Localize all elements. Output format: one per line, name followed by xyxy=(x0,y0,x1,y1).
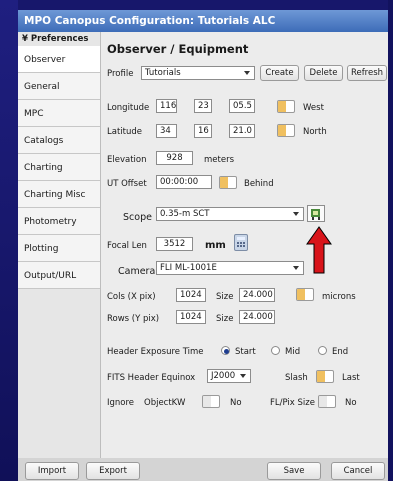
rows-field[interactable]: 1024 xyxy=(176,310,206,324)
north-toggle[interactable] xyxy=(277,124,295,137)
sidebar-item-charting[interactable]: Charting xyxy=(18,154,100,181)
behind-label: Behind xyxy=(244,179,274,189)
sidebar-item-output-url[interactable]: Output/URL xyxy=(18,262,100,289)
objectkw-toggle[interactable] xyxy=(202,395,220,408)
sidebar-item-general[interactable]: General xyxy=(18,73,100,100)
focal-length-label: Focal Len xyxy=(107,241,147,251)
refresh-button[interactable]: Refresh xyxy=(347,65,387,81)
focal-length-unit: mm xyxy=(205,240,226,251)
ignore-label: Ignore xyxy=(107,398,135,408)
elevation-unit: meters xyxy=(204,155,234,165)
latitude-seconds-field[interactable]: 21.0 xyxy=(229,124,255,138)
save-button[interactable]: Save xyxy=(267,462,321,480)
west-toggle[interactable] xyxy=(277,100,295,113)
desktop-background xyxy=(0,0,18,481)
fits-equinox-value: J2000 xyxy=(211,371,236,381)
sidebar-header: ¥ Preferences xyxy=(22,34,89,44)
longitude-degrees-field[interactable]: 116 xyxy=(156,99,177,113)
longitude-seconds-field[interactable]: 05.5 xyxy=(229,99,255,113)
fl-pix-size-toggle[interactable] xyxy=(318,395,336,408)
chevron-down-icon xyxy=(240,374,246,378)
toggle-knob xyxy=(278,101,286,112)
calculator-icon[interactable] xyxy=(234,234,248,251)
exposure-mid-label: Mid xyxy=(285,347,301,357)
cancel-button[interactable]: Cancel xyxy=(331,462,385,480)
microns-toggle[interactable] xyxy=(296,288,314,301)
toggle-knob xyxy=(203,396,211,407)
sidebar-item-charting-misc[interactable]: Charting Misc xyxy=(18,181,100,208)
last-label: Last xyxy=(342,373,360,383)
import-button[interactable]: Import xyxy=(25,462,79,480)
exposure-mid-radio[interactable] xyxy=(271,346,280,355)
cols-field[interactable]: 1024 xyxy=(176,288,206,302)
toggle-knob xyxy=(297,289,305,300)
desktop-background-right xyxy=(388,0,393,481)
cols-label: Cols (X pix) xyxy=(107,292,156,302)
fits-equinox-dropdown[interactable]: J2000 xyxy=(207,369,251,383)
slash-last-toggle[interactable] xyxy=(316,370,334,383)
window-title-bar[interactable]: MPO Canopus Configuration: Tutorials ALC xyxy=(18,10,388,32)
ut-offset-field[interactable]: 00:00:00 xyxy=(156,175,212,189)
profile-label: Profile xyxy=(107,69,134,79)
sidebar-item-plotting[interactable]: Plotting xyxy=(18,235,100,262)
exposure-end-radio[interactable] xyxy=(318,346,327,355)
scope-settings-icon[interactable] xyxy=(307,205,325,222)
export-button[interactable]: Export xyxy=(86,462,140,480)
longitude-minutes-field[interactable]: 23 xyxy=(194,99,212,113)
sidebar-item-mpc[interactable]: MPC xyxy=(18,100,100,127)
red-up-arrow-icon xyxy=(306,225,332,275)
preferences-sidebar: ¥ Preferences Observer General MPC Catal… xyxy=(18,32,101,458)
north-label: North xyxy=(303,127,327,137)
latitude-minutes-field[interactable]: 16 xyxy=(194,124,212,138)
camera-dropdown[interactable]: FLI ML-1001E xyxy=(156,261,304,275)
rows-size-label: Size xyxy=(216,314,234,324)
toggle-knob xyxy=(317,371,325,382)
toggle-knob xyxy=(278,125,286,136)
chevron-down-icon xyxy=(293,266,299,270)
slash-label: Slash xyxy=(285,373,308,383)
chevron-down-icon xyxy=(244,71,250,75)
scope-label: Scope xyxy=(123,212,152,223)
elevation-label: Elevation xyxy=(107,155,147,165)
delete-button[interactable]: Delete xyxy=(304,65,343,81)
latitude-degrees-field[interactable]: 34 xyxy=(156,124,177,138)
panel-heading: Observer / Equipment xyxy=(107,42,249,56)
header-exposure-label: Header Exposure Time xyxy=(107,347,204,357)
microns-label: microns xyxy=(322,292,356,302)
camera-value: FLI ML-1001E xyxy=(160,263,217,273)
elevation-field[interactable]: 928 xyxy=(156,151,193,165)
focal-length-field[interactable]: 3512 xyxy=(156,237,193,251)
exposure-start-radio[interactable] xyxy=(221,346,230,355)
sidebar-item-observer[interactable]: Observer xyxy=(18,46,100,73)
rows-label: Rows (Y pix) xyxy=(107,314,160,324)
profile-value: Tutorials xyxy=(145,68,181,78)
toggle-knob xyxy=(319,396,327,407)
window-title: MPO Canopus Configuration: Tutorials ALC xyxy=(24,15,276,27)
latitude-label: Latitude xyxy=(107,127,142,137)
cols-size-field[interactable]: 24.000 xyxy=(239,288,275,302)
west-label: West xyxy=(303,103,324,113)
behind-toggle[interactable] xyxy=(219,176,237,189)
fits-equinox-label: FITS Header Equinox xyxy=(107,373,196,383)
exposure-start-label: Start xyxy=(235,347,256,357)
exposure-end-label: End xyxy=(332,347,349,357)
profile-dropdown[interactable]: Tutorials xyxy=(141,66,255,80)
longitude-label: Longitude xyxy=(107,103,150,113)
fl-pix-size-label: FL/Pix Size xyxy=(270,398,315,408)
objectkw-value: No xyxy=(230,398,242,408)
objectkw-label: ObjectKW xyxy=(144,398,186,408)
ut-offset-label: UT Offset xyxy=(107,179,147,189)
sidebar-item-catalogs[interactable]: Catalogs xyxy=(18,127,100,154)
cols-size-label: Size xyxy=(216,292,234,302)
create-button[interactable]: Create xyxy=(260,65,299,81)
camera-label: Camera xyxy=(118,266,156,277)
fl-pix-size-value: No xyxy=(345,398,357,408)
chevron-down-icon xyxy=(293,212,299,216)
rows-size-field[interactable]: 24.000 xyxy=(239,310,275,324)
sidebar-item-photometry[interactable]: Photometry xyxy=(18,208,100,235)
scope-value: 0.35-m SCT xyxy=(160,209,210,219)
toggle-knob xyxy=(220,177,228,188)
scope-dropdown[interactable]: 0.35-m SCT xyxy=(156,207,304,221)
